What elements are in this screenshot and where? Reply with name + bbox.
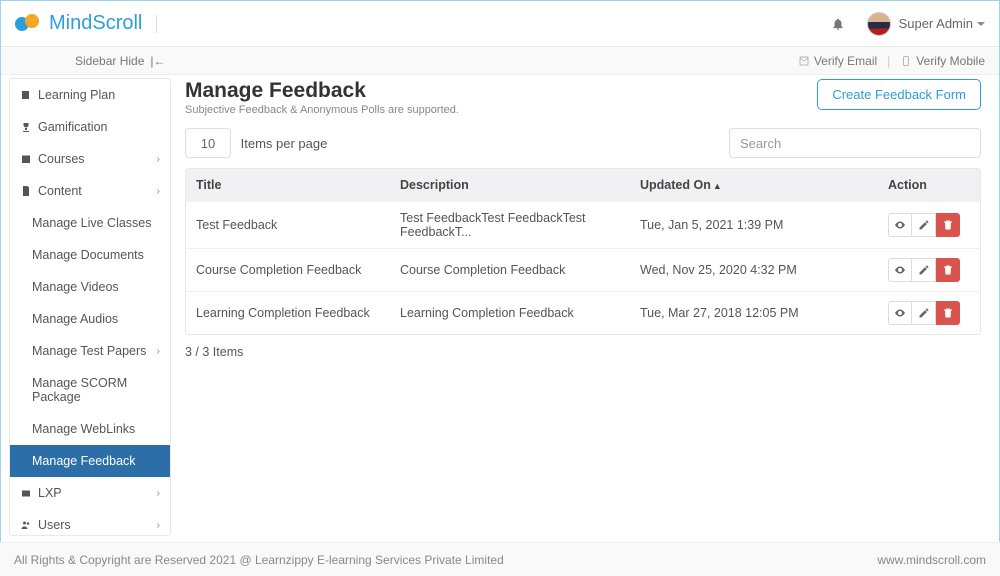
book-icon [20, 89, 32, 101]
logo-icon [15, 14, 43, 34]
pencil-icon [918, 307, 930, 319]
sidebar-sub-manage-feedback[interactable]: Manage Feedback [10, 445, 170, 477]
page-title: Manage Feedback [185, 79, 459, 103]
column-description[interactable]: Description [400, 178, 640, 192]
edit-button[interactable] [912, 213, 936, 237]
chevron-right-icon: › [157, 488, 160, 499]
eye-icon [894, 264, 906, 276]
user-name[interactable]: Super Admin [899, 16, 973, 31]
column-updated-on[interactable]: Updated On▲ [640, 178, 888, 192]
cell-description: Course Completion Feedback [400, 263, 640, 277]
brand-text: MindScroll [49, 12, 142, 35]
pencil-icon [918, 219, 930, 231]
notifications-icon[interactable] [831, 17, 845, 31]
sub-header: Sidebar Hide |← Verify Email | Verify Mo… [1, 47, 999, 75]
view-button[interactable] [888, 301, 912, 325]
collapse-left-icon: |← [150, 54, 165, 68]
sidebar-sub-manage-weblinks[interactable]: Manage WebLinks [10, 413, 170, 445]
sidebar-hide-label: Sidebar Hide [75, 54, 144, 68]
users-icon [20, 519, 32, 531]
trash-icon [942, 264, 954, 276]
table-row: Test Feedback Test FeedbackTest Feedback… [186, 201, 980, 248]
cell-title: Test Feedback [196, 218, 400, 232]
chevron-right-icon: › [157, 186, 160, 197]
sidebar-sub-manage-documents[interactable]: Manage Documents [10, 239, 170, 271]
cell-description: Test FeedbackTest FeedbackTest FeedbackT… [400, 211, 640, 239]
sidebar-sub-manage-live-classes[interactable]: Manage Live Classes [10, 207, 170, 239]
envelope-icon [798, 55, 810, 67]
delete-button[interactable] [936, 213, 960, 237]
footer-link[interactable]: www.mindscroll.com [877, 553, 986, 567]
sidebar-sub-manage-videos[interactable]: Manage Videos [10, 271, 170, 303]
sidebar-item-gamification[interactable]: Gamification [10, 111, 170, 143]
sidebar-item-courses[interactable]: Courses › [10, 143, 170, 175]
footer-copyright: All Rights & Copyright are Reserved 2021… [14, 553, 504, 567]
chevron-right-icon: › [157, 154, 160, 165]
cell-description: Learning Completion Feedback [400, 306, 640, 320]
chevron-right-icon: › [157, 520, 160, 531]
sidebar-item-learning-plan[interactable]: Learning Plan [10, 79, 170, 111]
feedback-table: Title Description Updated On▲ Action Tes… [185, 168, 981, 335]
sidebar-item-lxp[interactable]: LXP › [10, 477, 170, 509]
eye-icon [894, 307, 906, 319]
sidebar-item-users[interactable]: Users › [10, 509, 170, 541]
items-per-page-input[interactable] [185, 128, 231, 158]
column-action: Action [888, 178, 970, 192]
mobile-icon [900, 55, 912, 67]
sort-asc-icon: ▲ [713, 181, 722, 191]
chevron-right-icon: › [157, 346, 160, 357]
user-menu-caret-icon[interactable] [977, 22, 985, 26]
table-row: Learning Completion Feedback Learning Co… [186, 291, 980, 334]
view-button[interactable] [888, 213, 912, 237]
table-header-row: Title Description Updated On▲ Action [186, 169, 980, 201]
edit-button[interactable] [912, 301, 936, 325]
cell-updated: Tue, Jan 5, 2021 1:39 PM [640, 218, 888, 232]
sidebar: Learning Plan Gamification Courses › Con… [9, 78, 171, 536]
column-title[interactable]: Title [196, 178, 400, 192]
calendar-icon [20, 153, 32, 165]
sidebar-sub-manage-scorm-package[interactable]: Manage SCORM Package [10, 367, 170, 413]
delete-button[interactable] [936, 258, 960, 282]
top-navbar: MindScroll Super Admin [1, 1, 999, 47]
search-input[interactable] [729, 128, 981, 158]
avatar[interactable] [867, 12, 891, 36]
delete-button[interactable] [936, 301, 960, 325]
separator: | [887, 54, 890, 68]
edit-button[interactable] [912, 258, 936, 282]
items-count: 3 / 3 Items [185, 345, 981, 359]
pencil-icon [918, 264, 930, 276]
divider [156, 15, 157, 33]
cell-updated: Tue, Mar 27, 2018 12:05 PM [640, 306, 888, 320]
page-subtitle: Subjective Feedback & Anonymous Polls ar… [185, 104, 459, 116]
main-content: Manage Feedback Subjective Feedback & An… [171, 75, 991, 536]
cell-title: Course Completion Feedback [196, 263, 400, 277]
items-per-page-label: Items per page [241, 136, 328, 151]
file-icon [20, 185, 32, 197]
sidebar-sub-manage-test-papers[interactable]: Manage Test Papers› [10, 335, 170, 367]
trash-icon [942, 307, 954, 319]
verify-mobile-link[interactable]: Verify Mobile [900, 54, 985, 68]
sidebar-item-content[interactable]: Content › [10, 175, 170, 207]
create-feedback-form-button[interactable]: Create Feedback Form [817, 79, 981, 110]
eye-icon [894, 219, 906, 231]
cell-updated: Wed, Nov 25, 2020 4:32 PM [640, 263, 888, 277]
trash-icon [942, 219, 954, 231]
lxp-icon [20, 487, 32, 499]
sidebar-sub-manage-audios[interactable]: Manage Audios [10, 303, 170, 335]
trophy-icon [20, 121, 32, 133]
footer: All Rights & Copyright are Reserved 2021… [0, 542, 1000, 576]
sidebar-hide-toggle[interactable]: Sidebar Hide |← [15, 54, 166, 68]
view-button[interactable] [888, 258, 912, 282]
table-row: Course Completion Feedback Course Comple… [186, 248, 980, 291]
cell-title: Learning Completion Feedback [196, 306, 400, 320]
verify-email-link[interactable]: Verify Email [798, 54, 877, 68]
brand-logo[interactable]: MindScroll [15, 12, 142, 35]
